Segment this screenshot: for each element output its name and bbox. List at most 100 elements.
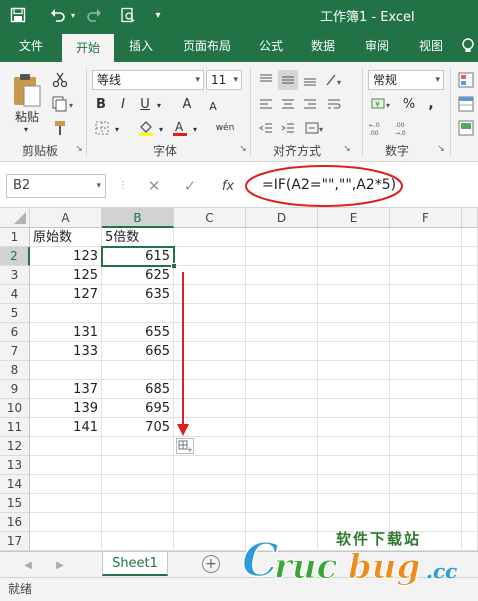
cell-empty[interactable] <box>318 456 390 475</box>
cell-empty[interactable] <box>246 304 318 323</box>
cell-a[interactable]: 127 <box>30 285 102 304</box>
cell-empty[interactable] <box>318 228 390 247</box>
undo-dropdown-icon[interactable]: ▾ <box>68 5 78 25</box>
column-header-d[interactable]: D <box>246 208 318 228</box>
column-header-a[interactable]: A <box>30 208 102 228</box>
grow-font-button[interactable]: A <box>178 94 196 114</box>
cell-a[interactable] <box>30 494 102 513</box>
percent-style-button[interactable]: % <box>400 94 418 114</box>
cell-empty[interactable] <box>246 361 318 380</box>
cell-empty[interactable] <box>246 437 318 456</box>
cell-empty[interactable] <box>462 285 478 304</box>
cell-a[interactable]: 125 <box>30 266 102 285</box>
cell-a[interactable] <box>30 475 102 494</box>
cell-b[interactable]: 635 <box>102 285 174 304</box>
fill-color-icon[interactable] <box>136 118 156 138</box>
fill-color-dropdown-icon[interactable]: ▾ <box>156 120 166 138</box>
cell-empty[interactable] <box>246 266 318 285</box>
lightbulb-icon[interactable] <box>458 30 478 62</box>
cell-empty[interactable] <box>318 361 390 380</box>
cell-empty[interactable] <box>318 399 390 418</box>
tab-view[interactable]: 视图 <box>408 30 454 62</box>
row-header[interactable]: 1 <box>0 228 30 247</box>
align-middle-icon[interactable] <box>278 70 298 90</box>
cancel-icon[interactable]: ✕ <box>144 176 164 196</box>
bold-button[interactable]: B <box>92 94 110 114</box>
cell-empty[interactable] <box>390 266 462 285</box>
cell-empty[interactable] <box>246 418 318 437</box>
wrap-text-icon[interactable] <box>324 94 344 114</box>
cell-empty[interactable] <box>246 342 318 361</box>
cell-a[interactable] <box>30 513 102 532</box>
row-header[interactable]: 14 <box>0 475 30 494</box>
merge-center-icon[interactable]: ▾ <box>302 118 328 138</box>
print-preview-icon[interactable] <box>118 5 138 25</box>
cell-empty[interactable] <box>174 513 246 532</box>
insert-function-button[interactable]: fx <box>216 176 240 196</box>
cell-empty[interactable] <box>462 304 478 323</box>
cell-empty[interactable] <box>462 342 478 361</box>
cell-b[interactable]: 705 <box>102 418 174 437</box>
cut-icon[interactable] <box>50 70 70 90</box>
cell-b[interactable]: 625 <box>102 266 174 285</box>
cell-empty[interactable] <box>390 361 462 380</box>
accounting-format-icon[interactable]: ¥ ▾ <box>368 94 396 114</box>
border-dropdown-icon[interactable]: ▾ <box>112 120 122 138</box>
row-header[interactable]: 16 <box>0 513 30 532</box>
cell-b[interactable] <box>102 304 174 323</box>
cell-empty[interactable] <box>462 437 478 456</box>
cell-a[interactable] <box>30 532 102 551</box>
cell-empty[interactable] <box>462 418 478 437</box>
row-header[interactable]: 15 <box>0 494 30 513</box>
scroll-sheets-left-icon[interactable]: ◀ <box>20 556 36 574</box>
copy-icon[interactable]: ▾ <box>50 94 78 114</box>
cell-empty[interactable] <box>246 513 318 532</box>
orientation-icon[interactable]: ▾ <box>322 70 346 90</box>
cell-empty[interactable] <box>390 228 462 247</box>
cell-empty[interactable] <box>174 475 246 494</box>
customize-quick-access-icon[interactable]: ▾ <box>148 5 168 25</box>
cell-b[interactable] <box>102 513 174 532</box>
row-header[interactable]: 4 <box>0 285 30 304</box>
cell-empty[interactable] <box>462 475 478 494</box>
enter-icon[interactable]: ✓ <box>180 176 200 196</box>
tab-data[interactable]: 数据 <box>300 30 346 62</box>
cell-empty[interactable] <box>174 494 246 513</box>
cell-a[interactable]: 123 <box>30 247 102 266</box>
cell-b[interactable] <box>102 475 174 494</box>
tab-page-layout[interactable]: 页面布局 <box>172 30 242 62</box>
tab-formulas[interactable]: 公式 <box>250 30 292 62</box>
cell-a[interactable]: 137 <box>30 380 102 399</box>
splitter-handle[interactable]: ⋮ <box>118 176 128 196</box>
increase-decimal-icon[interactable]: ←.0.00 <box>368 118 390 138</box>
row-header[interactable]: 2 <box>0 247 30 266</box>
cell-empty[interactable] <box>174 456 246 475</box>
cell-empty[interactable] <box>462 380 478 399</box>
cell-empty[interactable] <box>462 494 478 513</box>
cell-a[interactable]: 139 <box>30 399 102 418</box>
row-header[interactable]: 13 <box>0 456 30 475</box>
cell-a[interactable] <box>30 304 102 323</box>
format-painter-icon[interactable] <box>50 118 70 138</box>
cell-a[interactable] <box>30 361 102 380</box>
cell-empty[interactable] <box>462 399 478 418</box>
align-bottom-icon[interactable] <box>300 70 320 90</box>
cell-empty[interactable] <box>390 342 462 361</box>
cell-empty[interactable] <box>318 437 390 456</box>
cell-b[interactable]: 655 <box>102 323 174 342</box>
name-box[interactable]: B2 ▾ <box>6 174 106 198</box>
cell-empty[interactable] <box>390 494 462 513</box>
phonetic-guide-button[interactable]: wén <box>212 118 238 138</box>
row-header[interactable]: 3 <box>0 266 30 285</box>
align-right-icon[interactable] <box>300 94 320 114</box>
increase-indent-icon[interactable] <box>278 118 298 138</box>
alignment-launcher-icon[interactable]: ↘ <box>342 142 352 156</box>
format-as-table-icon[interactable] <box>456 94 476 114</box>
cell-empty[interactable] <box>462 266 478 285</box>
cell-a[interactable]: 原始数 <box>30 228 102 247</box>
font-color-icon[interactable]: A <box>170 118 190 138</box>
cell-empty[interactable] <box>246 532 318 551</box>
shrink-font-button[interactable]: A <box>204 96 222 116</box>
auto-fill-options-icon[interactable]: + <box>176 438 194 454</box>
underline-dropdown-icon[interactable]: ▾ <box>154 96 164 114</box>
